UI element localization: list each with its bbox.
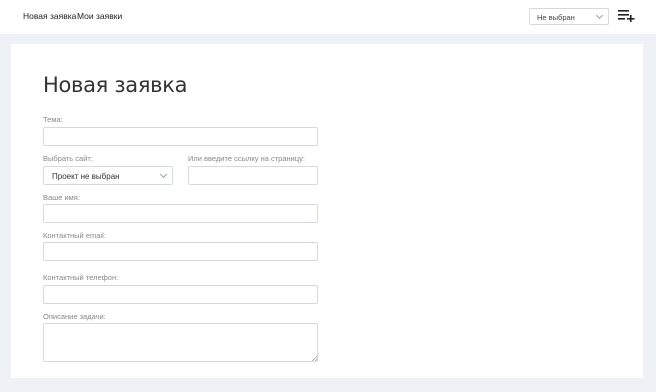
subject-input[interactable] bbox=[43, 127, 318, 146]
description-label: Описание задачи: bbox=[43, 312, 106, 321]
description-wrapper bbox=[43, 323, 318, 362]
email-label: Контактный email: bbox=[43, 231, 106, 240]
email-input[interactable] bbox=[43, 242, 318, 261]
name-input[interactable] bbox=[43, 204, 318, 223]
phone-label: Контактный телефон: bbox=[43, 273, 119, 282]
playlist-add-icon[interactable] bbox=[618, 9, 635, 22]
page-link-input[interactable] bbox=[188, 166, 318, 185]
site-select[interactable]: Проект не выбран bbox=[43, 166, 173, 185]
top-navigation-bar: Новая заявка Мои заявки Не выбран bbox=[0, 0, 656, 34]
form-card: Новая заявка Тема: Выбрать сайт: Проект … bbox=[11, 44, 643, 378]
phone-input[interactable] bbox=[43, 285, 318, 304]
name-label: Ваше имя: bbox=[43, 193, 80, 202]
page-title: Новая заявка bbox=[43, 73, 188, 97]
chevron-down-icon bbox=[595, 11, 604, 20]
site-label: Выбрать сайт: bbox=[43, 154, 93, 163]
nav-link-new-request[interactable]: Новая заявка bbox=[23, 11, 76, 21]
nav-link-my-requests[interactable]: Мои заявки bbox=[77, 11, 122, 21]
description-textarea[interactable] bbox=[43, 323, 318, 362]
chevron-down-icon bbox=[159, 170, 168, 179]
page-link-label: Или введите ссылку на страницу: bbox=[188, 154, 305, 163]
project-select[interactable]: Не выбран bbox=[529, 8, 609, 25]
subject-label: Тема: bbox=[43, 115, 63, 124]
site-select-value: Проект не выбран bbox=[52, 171, 120, 181]
resize-handle-icon[interactable] bbox=[312, 356, 317, 361]
project-select-value: Не выбран bbox=[537, 13, 575, 22]
